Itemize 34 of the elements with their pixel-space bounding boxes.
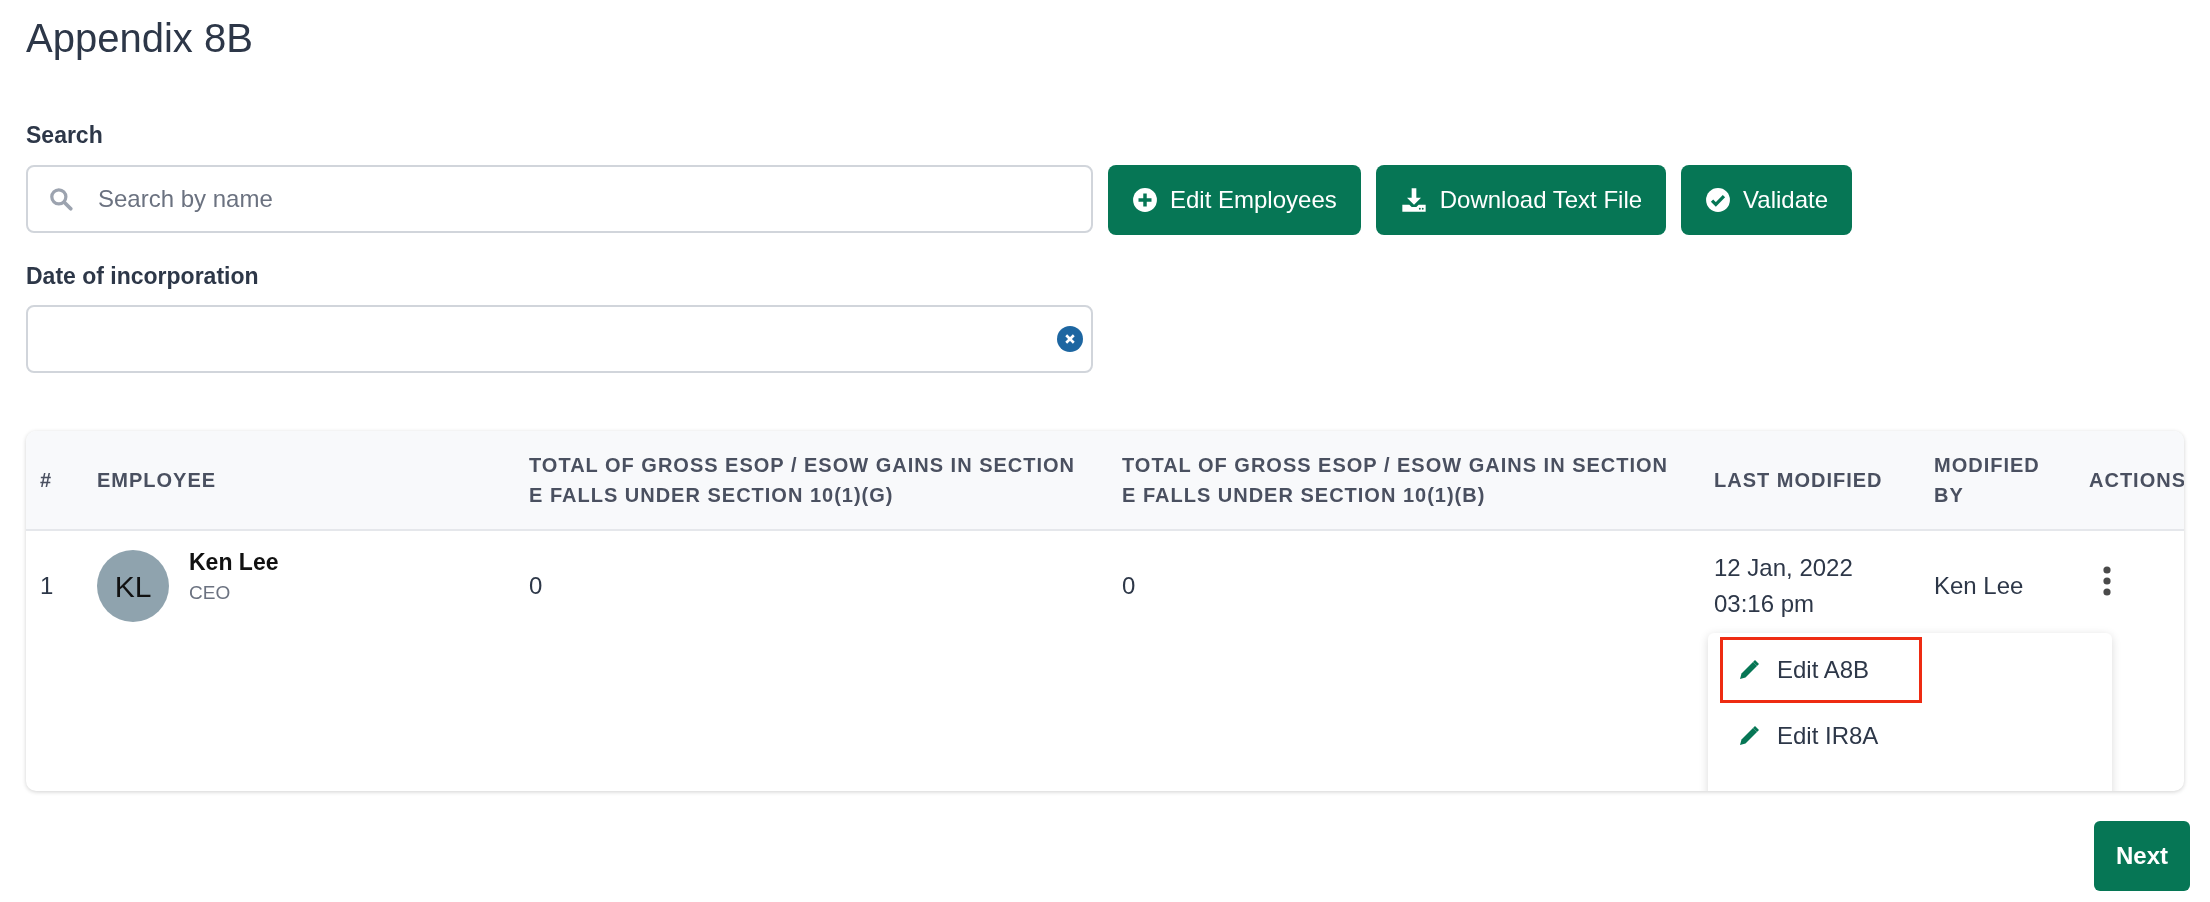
more-options-icon[interactable] — [2101, 566, 2112, 596]
employee-role: CEO — [189, 581, 232, 605]
table-cell: 0 — [529, 572, 543, 599]
field-label: Search — [26, 121, 103, 150]
field-label: Date of incorporation — [26, 261, 259, 291]
download-icon — [1399, 185, 1428, 214]
plus-circle-icon — [1132, 186, 1158, 213]
action-button[interactable]: Validate — [1681, 164, 1853, 235]
menu-item[interactable]: Edit IR8A — [1720, 703, 1922, 769]
action-button[interactable]: Edit Employees — [1108, 164, 1361, 235]
page-title: Appendix 8B — [26, 15, 254, 62]
table-cell: 0 — [1122, 572, 1136, 599]
check-circle-icon — [1705, 186, 1732, 213]
next-button[interactable]: Next — [2093, 821, 2190, 891]
date-field[interactable] — [26, 305, 1093, 373]
column-header: # — [40, 469, 53, 491]
clear-icon[interactable] — [1057, 326, 1083, 352]
menu-item[interactable]: Edit A8B — [1720, 637, 1922, 703]
column-header: TOTAL OF GROSS ESOP / ESOW GAINS IN SECTION E FALLS UNDER SECTION 10(1)(B) — [1122, 454, 1669, 506]
avatar: KL — [97, 550, 169, 622]
column-header: EMPLOYEE — [97, 469, 217, 491]
action-button[interactable]: Download Text File — [1375, 164, 1667, 235]
table-cell: Ken Lee — [1934, 572, 2024, 599]
search-field[interactable]: Search by name — [26, 164, 1093, 233]
table-cell-text: 03:16 pm — [1714, 589, 1815, 619]
pencil-icon — [1737, 724, 1761, 748]
pencil-icon — [1737, 658, 1761, 682]
column-header: MODIFIED BY — [1934, 454, 2040, 506]
column-header: TOTAL OF GROSS ESOP / ESOW GAINS IN SECTION E FALLS UNDER SECTION 10(1)(G) — [529, 454, 1076, 506]
row-number: 1 — [40, 572, 54, 599]
employee-name: Ken Lee — [189, 547, 279, 577]
table-cell-text: 12 Jan, 2022 — [1714, 553, 1853, 583]
search-icon — [48, 185, 74, 212]
column-header: LAST MODIFIED — [1714, 469, 1883, 491]
